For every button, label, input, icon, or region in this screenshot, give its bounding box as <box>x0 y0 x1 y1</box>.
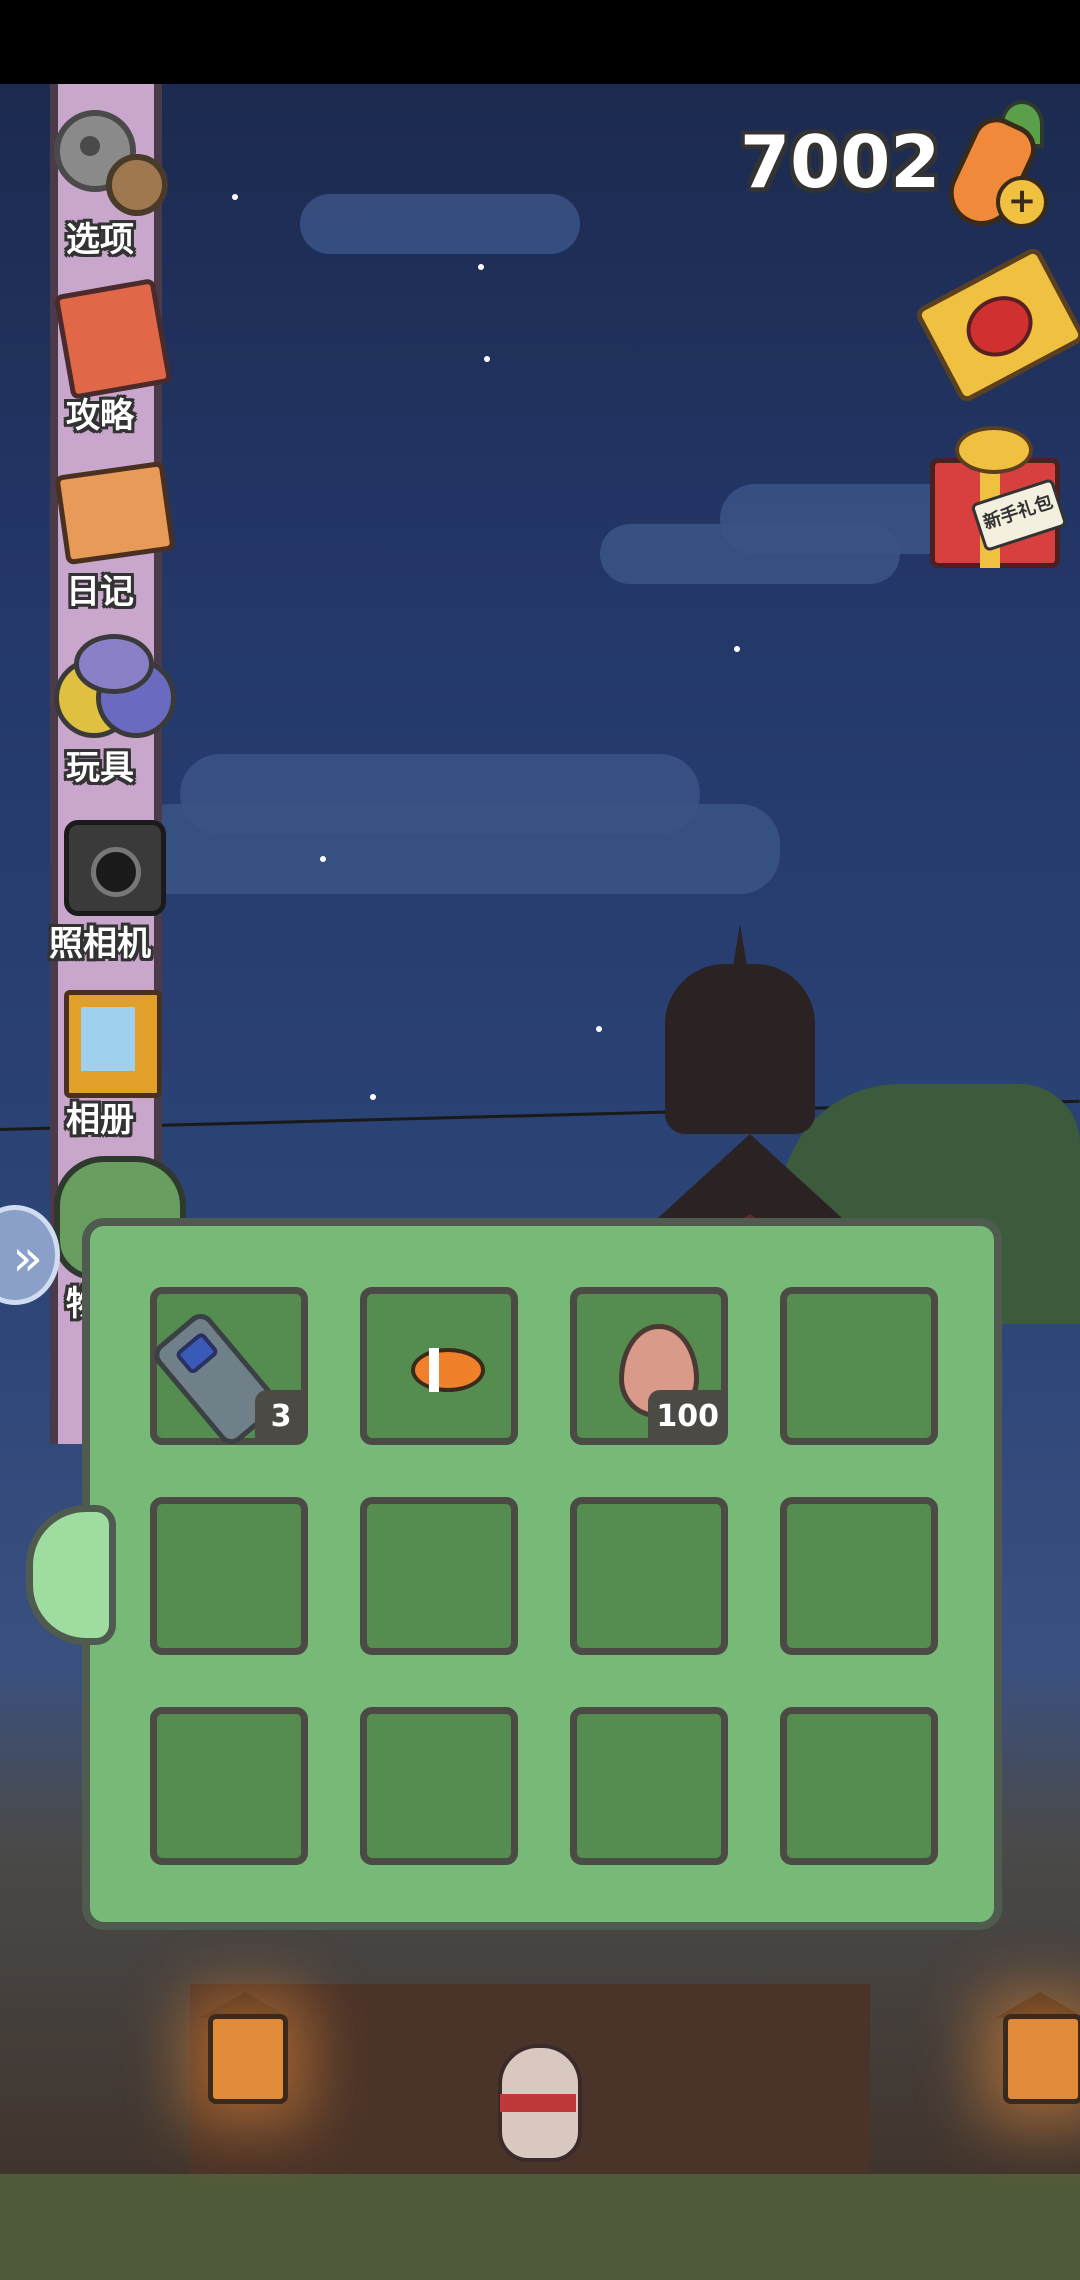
collapse-panel-button[interactable] <box>26 1505 116 1645</box>
inventory-slot-empty[interactable] <box>780 1287 938 1445</box>
star <box>596 1026 602 1032</box>
sidebar-item-label: 日记 <box>66 572 134 612</box>
cloud <box>130 804 780 894</box>
guide-book-icon <box>40 276 173 401</box>
inventory-slot-empty[interactable] <box>780 1497 938 1655</box>
inventory-slot-empty[interactable] <box>570 1707 728 1865</box>
star <box>734 646 740 652</box>
diary-shape <box>54 460 176 566</box>
diary-icon <box>40 452 176 566</box>
inventory-slot[interactable]: 100 <box>570 1287 728 1445</box>
gear-shape <box>106 154 168 216</box>
inventory-slot-empty[interactable] <box>360 1707 518 1865</box>
status-bar <box>0 0 1080 84</box>
inventory-slot[interactable] <box>360 1287 518 1445</box>
photo-album-icon <box>40 980 162 1098</box>
sidebar-item-label: 照相机 <box>49 924 151 964</box>
clownfish-icon <box>411 1348 485 1392</box>
camera-icon <box>40 804 166 916</box>
toy-ball <box>74 634 154 694</box>
sidebar-item-label: 攻略 <box>66 396 134 436</box>
star <box>478 264 484 270</box>
inventory-slot-empty[interactable] <box>150 1707 308 1865</box>
bottle-cap <box>174 1330 220 1376</box>
inventory-slot[interactable]: 3 <box>148 1287 308 1450</box>
camera-shape <box>64 820 166 916</box>
cat-scarf <box>500 2094 576 2112</box>
fish-stripe <box>429 1348 439 1392</box>
sidebar-item-diary[interactable]: 日记 <box>20 452 180 622</box>
toys-icon <box>40 628 176 738</box>
sidebar-item-album[interactable]: 相册 <box>20 980 180 1150</box>
inventory-slot-empty[interactable] <box>570 1497 728 1655</box>
inventory-slot-empty[interactable] <box>780 1707 938 1865</box>
temple-ornament <box>665 964 815 1134</box>
star <box>484 356 490 362</box>
gift-bow <box>955 426 1033 474</box>
sidebar-item-label: 玩具 <box>66 748 134 788</box>
settings-gear-icon <box>40 100 168 216</box>
double-chevron-right-icon: » <box>12 1229 43 1287</box>
sidebar-item-camera[interactable]: 照相机 <box>20 804 180 974</box>
star <box>320 856 326 862</box>
cloud <box>300 194 580 254</box>
sidebar-item-toys[interactable]: 玩具 <box>20 628 180 798</box>
inventory-slot-empty[interactable] <box>150 1497 308 1655</box>
add-currency-button[interactable]: + <box>996 176 1048 228</box>
item-quantity: 3 <box>255 1390 307 1444</box>
star <box>370 1094 376 1100</box>
ticket-emblem <box>955 284 1044 368</box>
sidebar-item-label: 选项 <box>66 220 134 260</box>
lantern-icon <box>208 2014 288 2104</box>
carrot-currency-count: 7002 <box>740 120 941 204</box>
ground <box>0 2174 1080 2280</box>
item-quantity: 100 <box>648 1390 727 1444</box>
cloud <box>600 524 900 584</box>
lantern-icon <box>1003 2014 1080 2104</box>
sidebar-item-label: 相册 <box>66 1100 134 1140</box>
album-shape <box>64 990 162 1098</box>
star <box>232 194 238 200</box>
book-shape <box>53 277 173 401</box>
inventory-slot-empty[interactable] <box>360 1497 518 1655</box>
sidebar-item-settings[interactable]: 选项 <box>20 100 180 270</box>
sidebar-item-guide[interactable]: 攻略 <box>20 276 180 446</box>
